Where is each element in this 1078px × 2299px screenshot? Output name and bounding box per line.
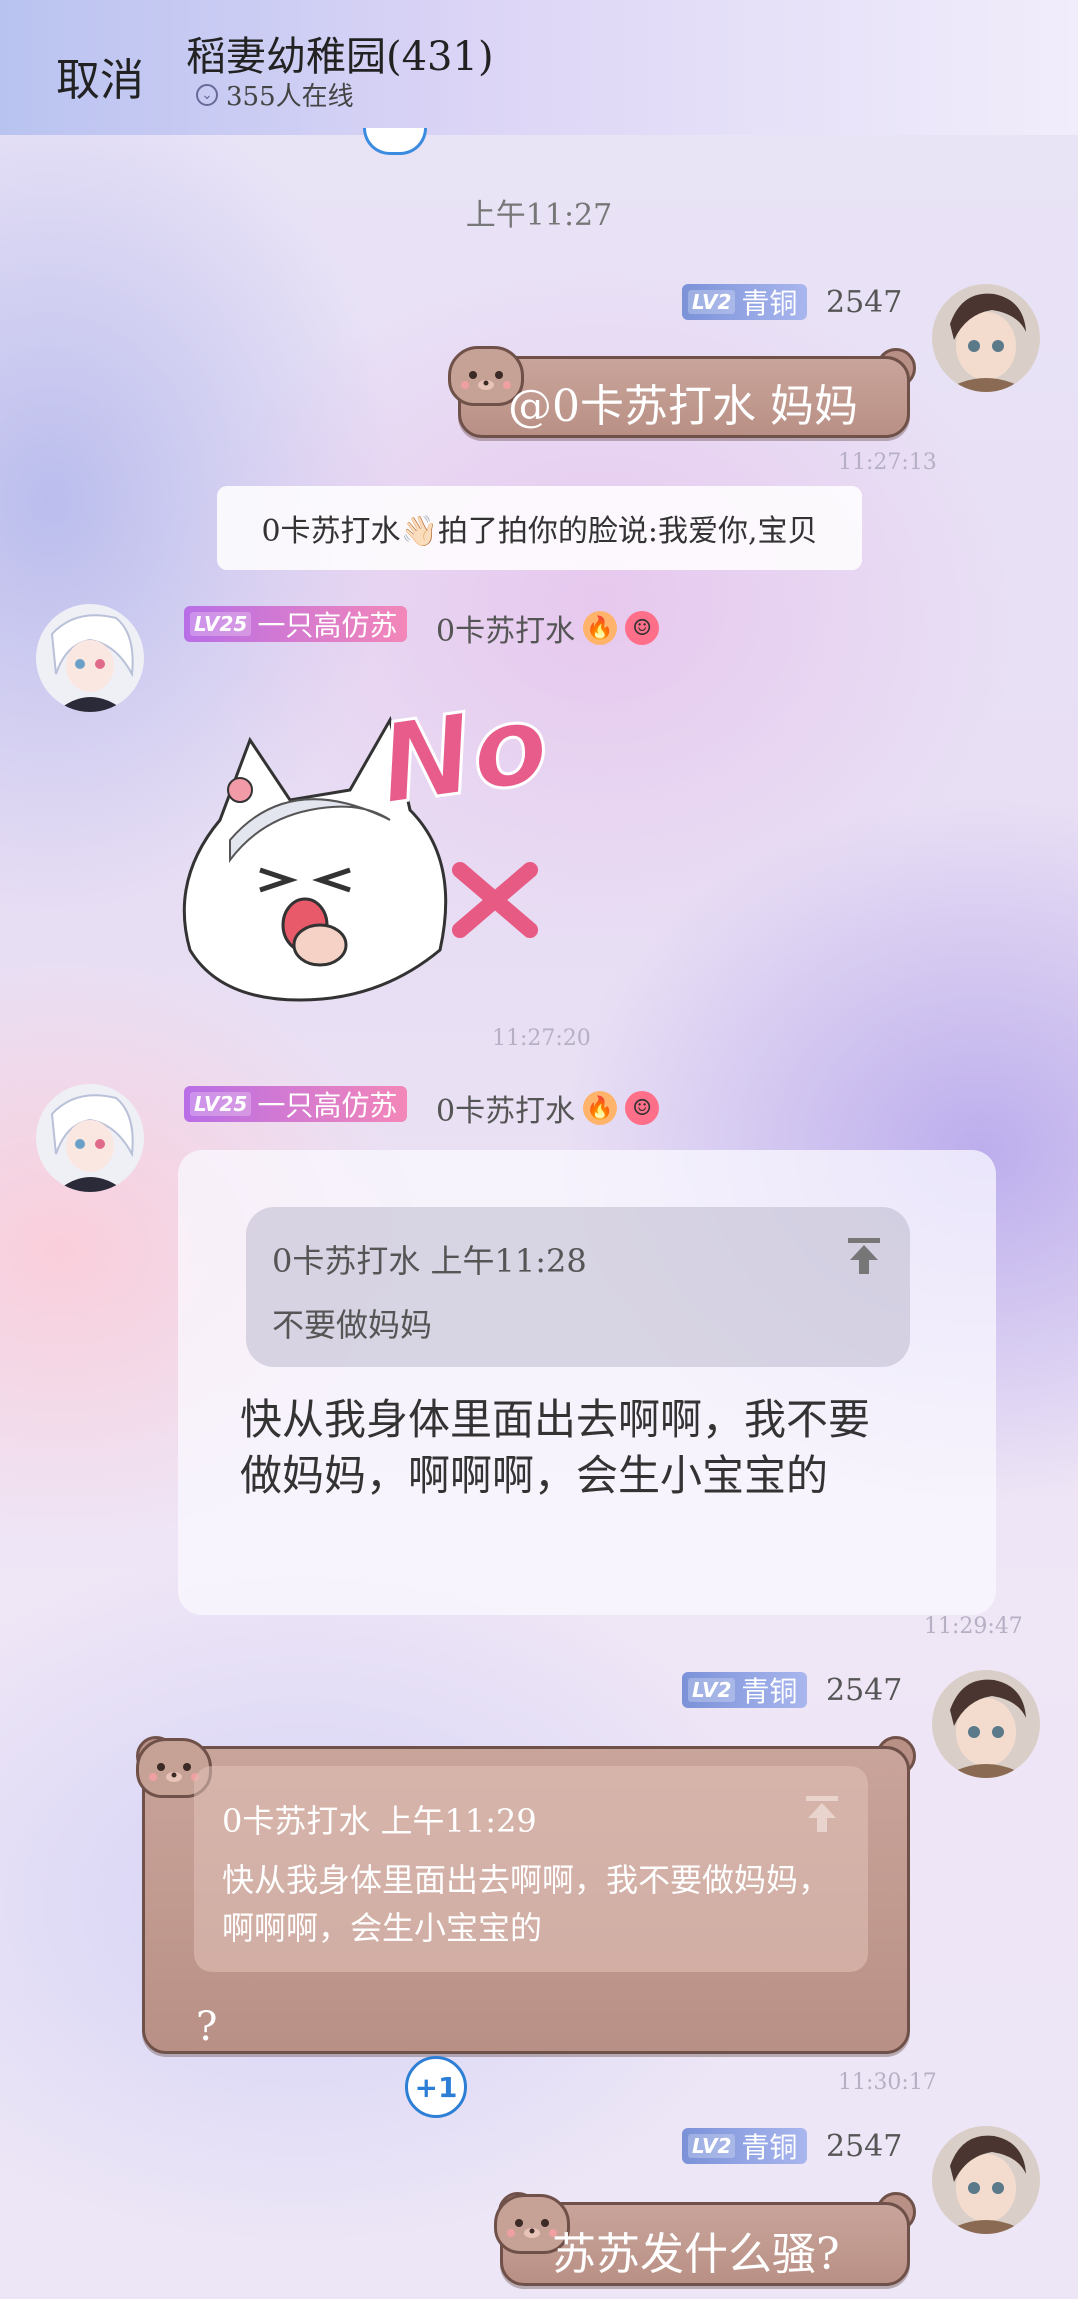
plus-one-reaction[interactable]: +1 (405, 2056, 467, 2118)
level-label: LV2 (688, 290, 736, 314)
sender-nickname[interactable]: 0卡苏打水 (436, 606, 575, 650)
message-time: 11:27:13 (838, 450, 937, 475)
sender-info: 0卡苏打水 🔥 ☺ (436, 1086, 660, 1130)
level-label: LV2 (688, 2134, 736, 2158)
chevron-down-icon: ⌄ (196, 83, 218, 106)
badge-title: 青铜 (741, 2131, 798, 2164)
avatar[interactable] (36, 604, 144, 712)
quote-text: 快从我身体里面出去啊啊，我不要做妈妈，啊啊啊，会生小宝宝的 (222, 1861, 831, 1947)
message-time: 11:30:17 (838, 2070, 937, 2095)
system-message: 0卡苏打水👋🏻拍了拍你的脸说:我爱你,宝贝 (217, 486, 862, 570)
message-text: 苏苏发什么骚? (552, 2229, 840, 2280)
floating-indicator[interactable] (363, 128, 427, 155)
sender-nickname[interactable]: 0卡苏打水 (436, 1086, 575, 1130)
online-text: 355人在线 (226, 82, 354, 112)
cancel-button[interactable]: 取消 (56, 44, 144, 108)
message-time: 11:27:20 (492, 1026, 591, 1051)
user-points: 2547 (826, 1673, 903, 1708)
message-time: 11:29:47 (924, 1614, 1023, 1639)
user-badge: LV25 一只高仿苏 (184, 606, 408, 642)
online-count[interactable]: ⌄ 355人在线 (196, 76, 354, 113)
level-label: LV25 (190, 612, 252, 636)
quote-author-time: 0卡苏打水 上午11:29 (222, 1802, 537, 1840)
group-title[interactable]: 稻妻幼稚园(431) (186, 24, 494, 82)
user-badge: LV2 青铜 (682, 2128, 808, 2164)
badge-title: 一只高仿苏 (257, 1089, 398, 1122)
user-points: 2547 (826, 2129, 903, 2164)
quote-text: 不要做妈妈 (272, 1306, 433, 1344)
fire-icon: 🔥 (583, 1091, 618, 1125)
level-label: LV2 (688, 1678, 736, 1702)
user-badge: LV2 青铜 (682, 284, 808, 320)
message-text: @0卡苏打水 妈妈 (508, 381, 858, 432)
avatar[interactable] (932, 2126, 1040, 2234)
chat-header (0, 0, 1078, 135)
jump-to-quote-icon[interactable] (846, 1236, 882, 1280)
user-points: 2547 (826, 285, 903, 320)
smile-badge-icon: ☺ (625, 611, 660, 645)
message-text: 快从我身体里面出去啊啊，我不要做妈妈，啊啊啊，会生小宝宝的 (240, 1395, 871, 1500)
badge-title: 青铜 (741, 287, 798, 320)
user-badge: LV2 青铜 (682, 1672, 808, 1708)
sticker-text: No (370, 677, 557, 830)
avatar[interactable] (932, 1670, 1040, 1778)
avatar[interactable] (932, 284, 1040, 392)
message-text: ? (196, 2004, 218, 2050)
sender-info: 0卡苏打水 🔥 ☺ (436, 606, 660, 650)
time-divider: 上午11:27 (465, 198, 613, 233)
badge-title: 青铜 (741, 1675, 798, 1708)
jump-to-quote-icon[interactable] (804, 1794, 840, 1838)
user-badge: LV25 一只高仿苏 (184, 1086, 408, 1122)
fire-icon: 🔥 (583, 611, 618, 645)
smile-badge-icon: ☺ (625, 1091, 660, 1125)
quote-author-time: 0卡苏打水 上午11:28 (272, 1242, 587, 1280)
badge-title: 一只高仿苏 (257, 609, 398, 642)
level-label: LV25 (190, 1092, 252, 1116)
avatar[interactable] (36, 1084, 144, 1192)
